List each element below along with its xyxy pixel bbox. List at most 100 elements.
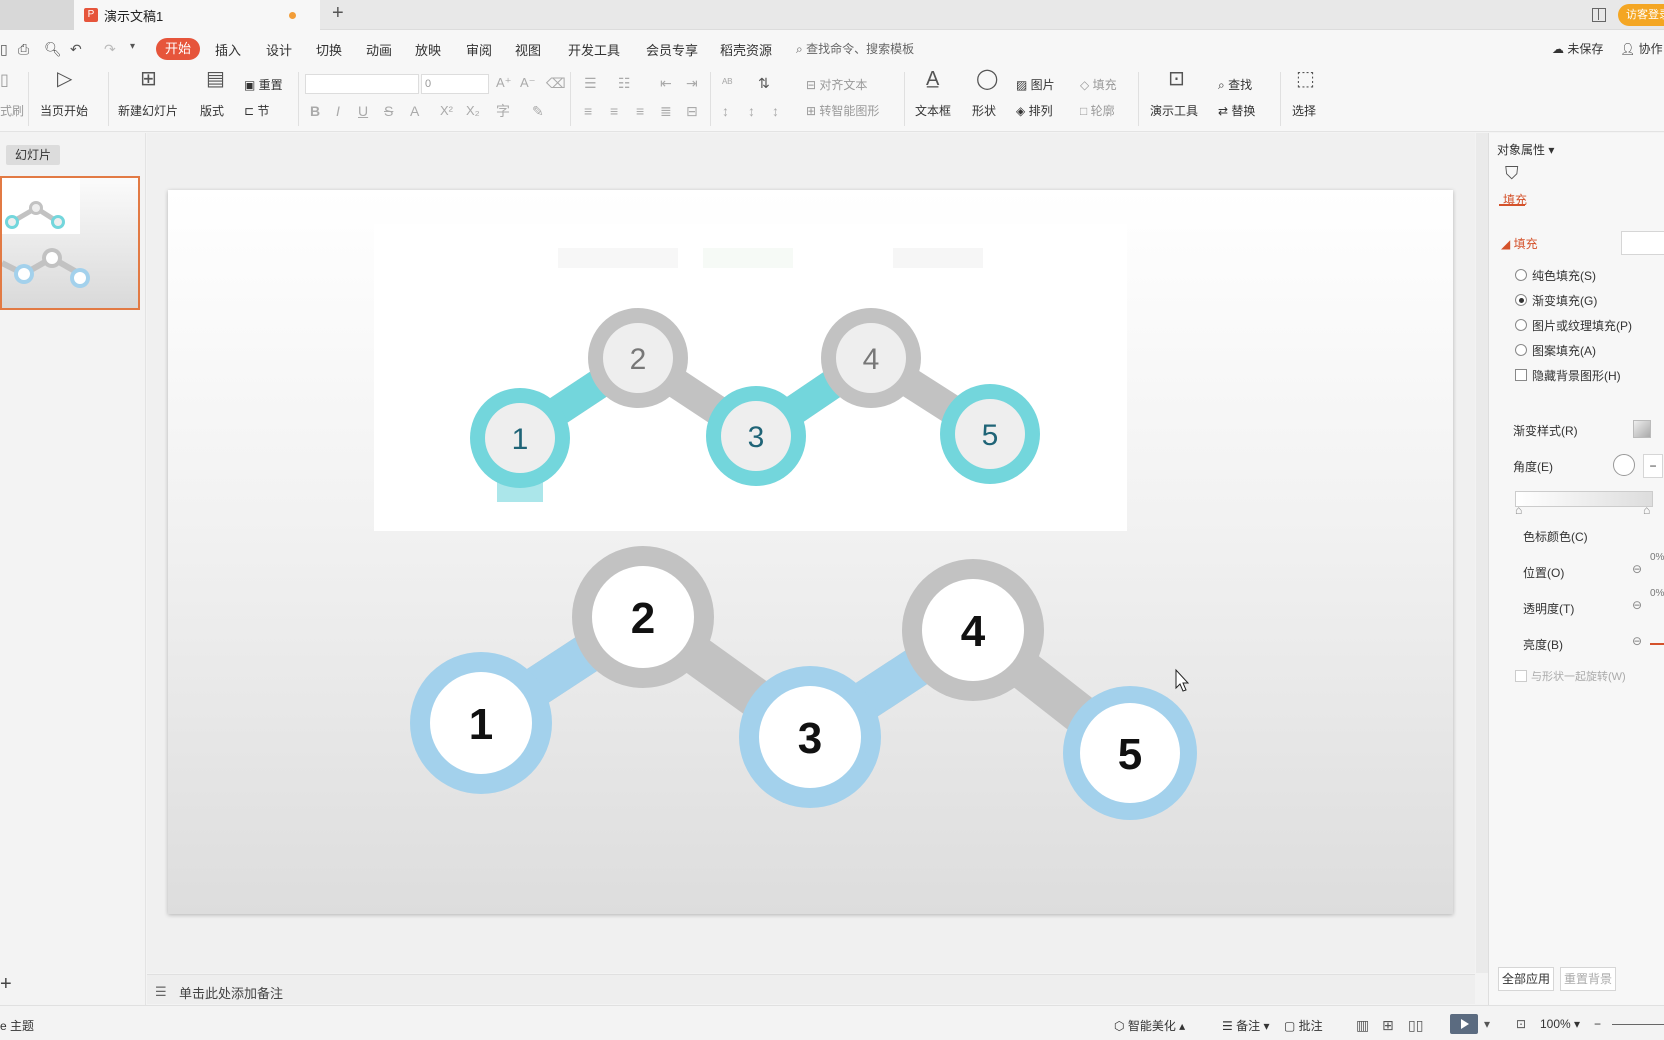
line-spacing-icon[interactable]: ↕ xyxy=(722,102,729,120)
menu-insert[interactable]: 插入 xyxy=(215,40,241,59)
menu-animation[interactable]: 动画 xyxy=(366,40,392,59)
picture-fill-label[interactable]: 图片或纹理填充(P) xyxy=(1532,317,1632,334)
textbox-icon[interactable]: A̲ xyxy=(926,69,939,89)
distribute-icon[interactable]: ⊟ xyxy=(686,102,698,120)
underline-icon[interactable]: U xyxy=(358,102,368,120)
gradient-fill-radio[interactable] xyxy=(1515,294,1527,306)
hide-bg-checkbox[interactable] xyxy=(1515,369,1527,381)
slide-thumbnail[interactable] xyxy=(0,176,140,310)
align-center-icon[interactable]: ≡ xyxy=(610,102,618,120)
shrink-font-icon[interactable]: A⁻ xyxy=(520,74,536,92)
find-button[interactable]: ⌕ 查找 xyxy=(1218,76,1252,93)
gradient-fill-label[interactable]: 渐变填充(G) xyxy=(1532,292,1597,309)
zoom-level[interactable]: 100% ▾ xyxy=(1540,1017,1580,1031)
section-button[interactable]: ⊏ 节 xyxy=(244,102,269,119)
hide-bg-label[interactable]: 隐藏背景图形(H) xyxy=(1532,367,1621,384)
text-direction-icon[interactable]: ᴬᴮ xyxy=(722,74,732,92)
bold-icon[interactable]: B xyxy=(310,102,320,120)
comments-button[interactable]: ▢ 批注 xyxy=(1284,1017,1323,1034)
theme-button[interactable]: e 主题 xyxy=(0,1017,34,1034)
numbering-icon[interactable]: ☷ xyxy=(618,74,631,92)
tab-document[interactable]: P 演示文稿1 xyxy=(74,0,320,30)
align-text-button[interactable]: ⊟ 对齐文本 xyxy=(806,76,867,93)
vertical-scrollbar[interactable] xyxy=(1476,133,1488,973)
normal-view-icon[interactable]: ▥ xyxy=(1356,1017,1369,1034)
subscript-icon[interactable]: X₂ xyxy=(466,102,480,120)
fit-window-icon[interactable]: ⊡ xyxy=(1516,1017,1526,1031)
smart-beautify-button[interactable]: ⬡ 智能美化 ▴ xyxy=(1114,1017,1185,1034)
menu-view[interactable]: 视图 xyxy=(515,40,541,59)
italic-icon[interactable]: I xyxy=(336,102,340,120)
gradient-stop-right[interactable]: ⌂ xyxy=(1643,503,1650,517)
angle-dial[interactable] xyxy=(1613,454,1635,476)
menu-developer[interactable]: 开发工具 xyxy=(568,40,620,59)
slides-tab[interactable]: 幻灯片 xyxy=(6,145,60,165)
select-icon[interactable]: ⬚ xyxy=(1296,69,1315,89)
select-button[interactable]: 选择 xyxy=(1292,102,1316,119)
login-button[interactable]: 访客登录 xyxy=(1618,4,1664,26)
fill-dropdown[interactable] xyxy=(1621,231,1664,255)
present-tools-icon[interactable]: ⊡ xyxy=(1168,69,1185,89)
menu-design[interactable]: 设计 xyxy=(266,40,292,59)
collab-button[interactable]: 👤︎ 协作 xyxy=(1620,40,1663,57)
shape-button[interactable]: 形状 xyxy=(972,102,996,119)
panel-title[interactable]: 对象属性 ▾ xyxy=(1497,141,1554,158)
add-slide-button[interactable]: + xyxy=(0,973,12,996)
tab-previous[interactable] xyxy=(0,0,74,30)
redo-icon[interactable]: ↷ xyxy=(104,41,116,58)
format-painter-icon[interactable]: ▯ xyxy=(0,72,9,90)
spacing-options-icon[interactable]: ↕ xyxy=(772,102,779,120)
solid-fill-radio[interactable] xyxy=(1515,269,1527,281)
present-tools-button[interactable]: 演示工具 xyxy=(1150,102,1198,119)
arrange-button[interactable]: ◈ 排列 xyxy=(1016,102,1053,119)
new-slide-button[interactable]: 新建幻灯片 xyxy=(118,102,178,119)
fill-bucket-icon[interactable]: ⛉ xyxy=(1505,163,1519,184)
font-color-icon[interactable]: A xyxy=(410,102,419,120)
superscript-icon[interactable]: X² xyxy=(440,102,453,120)
bullets-icon[interactable]: ☰ xyxy=(584,74,597,92)
justify-icon[interactable]: ≣ xyxy=(660,102,672,120)
undo-icon[interactable]: ↶ xyxy=(70,41,82,58)
notes-placeholder[interactable]: 单击此处添加备注 xyxy=(179,983,283,1002)
notes-bar[interactable]: ☰ 单击此处添加备注 xyxy=(147,974,1475,1004)
unsaved-status[interactable]: ☁ 未保存 xyxy=(1552,40,1603,57)
to-smartart-button[interactable]: ⊞ 转智能图形 xyxy=(806,102,879,119)
preview-icon[interactable]: 🔍︎ xyxy=(44,41,62,58)
menu-member[interactable]: 会员专享 xyxy=(646,40,698,59)
sort-icon[interactable]: ⇅ xyxy=(758,74,770,92)
reset-bg-button[interactable]: 重置背景 xyxy=(1560,967,1616,991)
menu-docer[interactable]: 稻壳资源 xyxy=(720,40,772,59)
angle-decrease-button[interactable]: − xyxy=(1643,454,1663,478)
play-from-current-icon[interactable]: ▷ xyxy=(57,69,72,89)
textbox-button[interactable]: 文本框 xyxy=(915,102,951,119)
print-icon[interactable]: ⎙ xyxy=(18,41,29,58)
menu-slideshow[interactable]: 放映 xyxy=(415,40,441,59)
pattern-fill-radio[interactable] xyxy=(1515,344,1527,356)
highlight-icon[interactable]: ✎ xyxy=(532,102,544,120)
strikethrough-icon[interactable]: S xyxy=(384,102,393,120)
picture-fill-radio[interactable] xyxy=(1515,319,1527,331)
solid-fill-label[interactable]: 纯色填充(S) xyxy=(1532,267,1596,284)
layout-button[interactable]: 版式 xyxy=(200,102,224,119)
align-left-icon[interactable]: ≡ xyxy=(584,102,592,120)
decrease-indent-icon[interactable]: ⇤ xyxy=(660,74,672,92)
position-decrease-icon[interactable]: ⊖ xyxy=(1632,562,1642,576)
apply-all-button[interactable]: 全部应用 xyxy=(1498,967,1554,991)
save-icon[interactable]: ▯ xyxy=(0,41,8,58)
play-options-icon[interactable]: ▾ xyxy=(1484,1017,1490,1031)
pattern-fill-label[interactable]: 图案填充(A) xyxy=(1532,342,1596,359)
brightness-decrease-icon[interactable]: ⊖ xyxy=(1632,634,1642,648)
slide-canvas[interactable]: 1 2 3 4 5 1 2 3 4 5 xyxy=(168,190,1453,914)
play-slideshow-button[interactable] xyxy=(1450,1014,1478,1034)
gradient-bar[interactable] xyxy=(1515,491,1653,507)
menu-review[interactable]: 审阅 xyxy=(466,40,492,59)
command-search[interactable]: ⌕ 查找命令、搜索模板 xyxy=(796,40,914,57)
new-slide-icon[interactable]: ⊞ xyxy=(140,69,157,89)
paragraph-spacing-icon[interactable]: ↕ xyxy=(748,102,755,120)
zoom-out-icon[interactable]: − xyxy=(1594,1017,1601,1031)
menu-transition[interactable]: 切换 xyxy=(316,40,342,59)
from-current-button[interactable]: 当页开始 xyxy=(40,102,88,119)
increase-indent-icon[interactable]: ⇥ xyxy=(686,74,698,92)
brightness-slider[interactable] xyxy=(1650,643,1664,645)
gradient-style-swatch[interactable] xyxy=(1633,420,1651,438)
